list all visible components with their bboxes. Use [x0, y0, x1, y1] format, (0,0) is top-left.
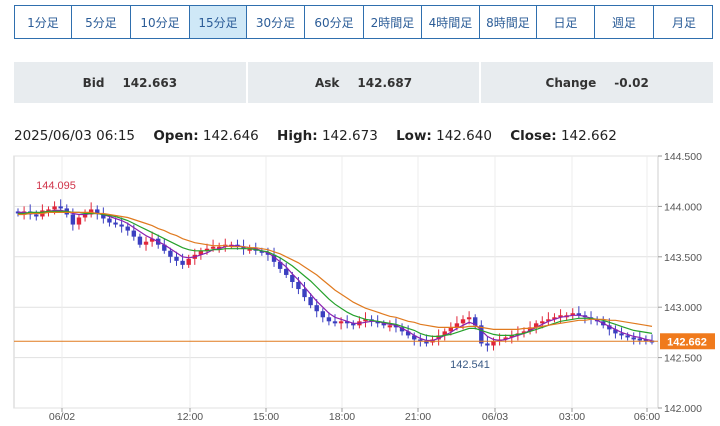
ohlc-timestamp: 2025/06/03 06:15 — [14, 128, 136, 144]
tab-timeframe[interactable]: 週足 — [595, 6, 654, 38]
quote-bar: Bid 142.663 Ask 142.687 Change -0.02 — [14, 62, 714, 103]
current-price-label: 142.662 — [667, 336, 707, 348]
candle-body — [76, 217, 82, 225]
tab-timeframe[interactable]: 15分足 — [190, 6, 247, 38]
low-annotation: 142.541 — [450, 359, 490, 371]
candle-body — [424, 341, 429, 344]
candle-body — [466, 317, 472, 320]
ask-label: Ask — [314, 75, 340, 90]
change-value: -0.02 — [614, 75, 649, 90]
close-value: 142.662 — [560, 128, 617, 144]
candle-body — [296, 282, 301, 290]
candle-body — [637, 338, 643, 341]
candle-body — [58, 206, 63, 209]
candle-body — [338, 321, 344, 324]
high-value: 142.673 — [321, 128, 378, 144]
candle-body — [326, 317, 332, 322]
candle-body — [454, 323, 460, 328]
low-value: 142.640 — [436, 128, 492, 144]
tab-timeframe[interactable]: 8時間足 — [480, 6, 537, 38]
tab-timeframe[interactable]: 日足 — [537, 6, 595, 38]
high-annotation: 144.095 — [36, 180, 76, 192]
x-tick-label: 06:00 — [634, 411, 660, 423]
candle-body — [491, 341, 496, 346]
candle-body — [125, 226, 130, 231]
tab-timeframe[interactable]: 5分足 — [72, 6, 131, 38]
candle-body — [119, 224, 124, 227]
x-tick-label: 06/02 — [49, 411, 75, 423]
close-label: Close: — [510, 128, 557, 144]
change-label: Change — [545, 75, 597, 90]
y-tick-label: 143.500 — [664, 252, 702, 264]
candle-body — [387, 325, 393, 328]
candle-body — [308, 297, 313, 306]
price-chart[interactable]: 144.500 144.000 143.500 143.000 142.500 142.0… — [0, 145, 720, 426]
candle-body — [113, 222, 118, 225]
candle-body — [332, 321, 338, 324]
candle-body — [186, 258, 191, 265]
ask-value: 142.687 — [357, 75, 413, 90]
candle-body — [34, 214, 39, 217]
bid-value: 142.663 — [122, 75, 178, 90]
bid-cell: Bid 142.663 — [14, 62, 246, 103]
candle-body — [168, 250, 173, 257]
open-label: Open: — [153, 128, 199, 144]
candle-body — [302, 289, 307, 298]
candle-body — [625, 335, 630, 338]
candle-body — [284, 268, 289, 275]
bid-label: Bid — [82, 75, 105, 90]
candle-body — [460, 319, 466, 324]
timeframe-tabs: 1分足 5分足 10分足 15分足 30分足 60分足 2時間足 4時間足 8時間足 日足 週足 月足 — [14, 5, 713, 39]
y-tick-label: 144.500 — [664, 151, 702, 163]
candle-body — [210, 246, 216, 249]
candle-body — [619, 333, 624, 336]
open-value: 142.646 — [202, 128, 259, 144]
high-label: High: — [277, 128, 318, 144]
candle-body — [631, 337, 636, 340]
candle-body — [485, 343, 490, 346]
x-tick-label: 06/03 — [482, 411, 508, 423]
candle-body — [137, 236, 143, 245]
change-cell: Change -0.02 — [481, 62, 714, 103]
x-tick-label: 15:00 — [253, 411, 279, 423]
tab-timeframe[interactable]: 1分足 — [15, 6, 72, 38]
candle-body — [143, 241, 149, 245]
candle-body — [131, 230, 137, 237]
candle-body — [70, 214, 76, 225]
candle-body — [174, 256, 179, 261]
y-tick-label: 143.000 — [664, 302, 702, 314]
low-label: Low: — [396, 128, 432, 144]
candle-body — [180, 260, 185, 265]
tab-timeframe[interactable]: 2時間足 — [364, 6, 422, 38]
candle-body — [320, 311, 326, 318]
x-tick-label: 18:00 — [329, 411, 355, 423]
plot-frame — [13, 155, 659, 409]
x-tick-label: 03:00 — [559, 411, 585, 423]
tab-timeframe[interactable]: 60分足 — [305, 6, 364, 38]
tab-timeframe[interactable]: 30分足 — [247, 6, 305, 38]
candle-body — [52, 206, 57, 210]
y-tick-label: 144.000 — [664, 201, 702, 213]
x-tick-label: 12:00 — [177, 411, 203, 423]
tab-timeframe[interactable]: 10分足 — [131, 6, 190, 38]
tab-timeframe[interactable]: 月足 — [654, 6, 714, 38]
ohlc-readout: 2025/06/03 06:15 Open: 142.646 High: 142… — [14, 128, 617, 144]
y-tick-label: 142.500 — [664, 353, 702, 365]
ask-cell: Ask 142.687 — [247, 62, 480, 103]
tab-timeframe[interactable]: 4時間足 — [422, 6, 480, 38]
candle-body — [107, 218, 112, 223]
y-tick-label: 142.000 — [664, 403, 702, 415]
candle-body — [314, 305, 319, 312]
x-tick-label: 21:00 — [405, 411, 431, 423]
